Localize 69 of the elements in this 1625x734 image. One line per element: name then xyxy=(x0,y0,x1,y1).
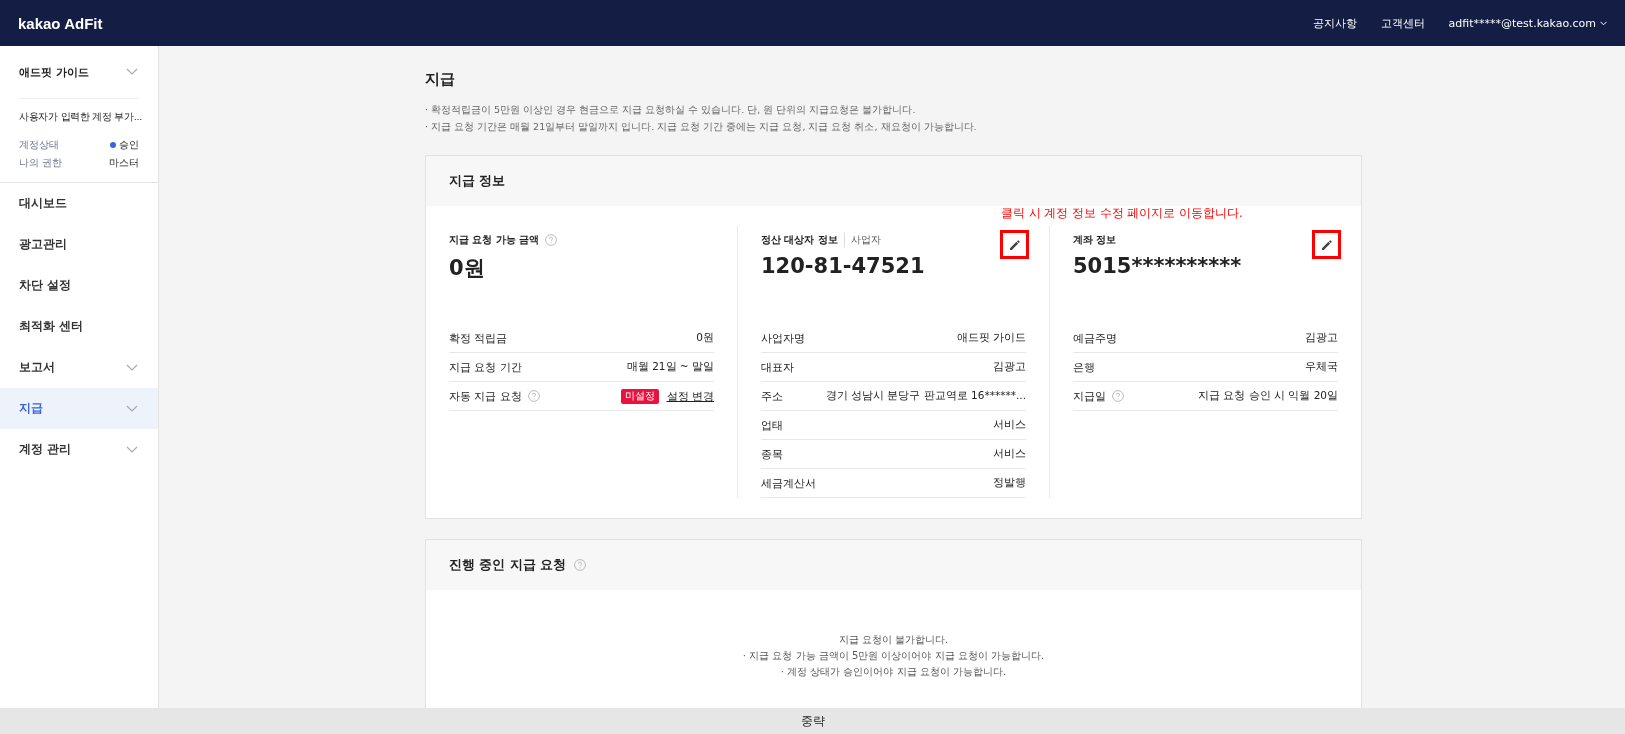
page-title: 지급 xyxy=(425,70,456,89)
header-link[interactable]: 공지사항 xyxy=(1312,15,1357,31)
nav-item[interactable]: 계정 관리 xyxy=(0,429,158,470)
row-label: 종목 xyxy=(761,446,783,462)
header-link[interactable]: 고객센터 xyxy=(1380,15,1425,31)
pencil-icon xyxy=(1320,238,1333,251)
card-title: 진행 중인 지급 요청 xyxy=(449,556,567,574)
row-label: 확정 적립금 xyxy=(449,330,508,346)
row-label: 대표자 xyxy=(761,359,794,375)
section-title: 지급 요청 가능 금액 xyxy=(449,233,540,247)
message-text: · 계정 상태가 승인이어야 지급 요청이 가능합니다. xyxy=(779,665,1008,679)
chevron-down-icon xyxy=(1600,20,1607,26)
help-icon[interactable] xyxy=(528,390,540,402)
row-value: 우체국 xyxy=(1305,360,1338,374)
row-value: 매월 21일 ~ 말일 xyxy=(626,360,714,374)
guide-menu[interactable]: 애드핏 가이드 xyxy=(0,46,158,98)
row-label: 예금주명 xyxy=(1073,330,1117,346)
pencil-icon xyxy=(1008,238,1021,251)
row-value: 김광고 xyxy=(993,360,1026,374)
amount-value: 0원 xyxy=(449,255,486,282)
card-title: 지급 정보 xyxy=(449,172,506,190)
row-label: 자동 지급 요청 xyxy=(449,388,522,404)
nav-item[interactable]: 지급 xyxy=(0,388,158,429)
row-label: 지급 요청 기간 xyxy=(449,359,522,375)
meta-label: 계정상태 xyxy=(19,138,59,152)
amount-value: 120-81-47521 xyxy=(761,254,926,280)
section-subtitle: 사업자 xyxy=(843,233,881,247)
row-value: 경기 성남시 분당구 판교역로 16******... xyxy=(825,389,1026,403)
row-label: 업태 xyxy=(761,417,783,433)
nav-item[interactable]: 광고관리 xyxy=(0,224,158,265)
help-icon[interactable] xyxy=(545,234,558,246)
note-text: · 확정적립금이 5만원 이상인 경우 현금으로 지급 요청하실 수 있습니다. 단, 원 단위의 지급요청은 불가합니다. xyxy=(425,103,917,117)
message-text: 지급 요청이 불가합니다. xyxy=(837,633,950,647)
chevron-down-icon xyxy=(126,68,138,76)
account-menu[interactable]: adfit*****@test.kakao.com xyxy=(1448,16,1607,30)
meta-label: 나의 권한 xyxy=(19,156,63,170)
help-icon[interactable] xyxy=(1112,390,1124,402)
nav-item[interactable]: 최적화 센터 xyxy=(0,306,158,347)
note-text: · 지급 요청 기간은 매월 21일부터 말일까지 입니다. 지급 요청 기간 중에는 지급 요청, 지급 요청 취소, 재요청이 가능합니다. xyxy=(425,120,978,134)
status-badge: 미설정 xyxy=(620,388,659,404)
row-label: 사업자명 xyxy=(761,330,805,346)
row-value: 정발행 xyxy=(993,476,1026,490)
row-value: 지급 요청 승인 시 익월 20일 xyxy=(1197,389,1338,403)
row-value: 김광고 xyxy=(1305,331,1338,345)
logo[interactable]: kakao AdFit xyxy=(18,14,103,32)
row-label: 주소 xyxy=(761,388,783,404)
row-value: 애드핏 가이드 xyxy=(956,331,1026,345)
row-label: 은행 xyxy=(1073,359,1095,375)
row-value: 서비스 xyxy=(993,418,1026,432)
nav-item[interactable]: 차단 설정 xyxy=(0,265,158,306)
status-dot xyxy=(110,142,116,148)
row-value: 0원 xyxy=(696,331,714,345)
amount-value: 5015********** xyxy=(1073,254,1243,280)
footer-text: 중략 xyxy=(800,712,825,730)
row-label: 지급일 xyxy=(1073,388,1106,404)
annotation-text: 클릭 시 계정 정보 수정 페이지로 이동합니다. xyxy=(1001,206,1243,221)
settings-link[interactable]: 설정 변경 xyxy=(666,388,714,404)
row-label: 세금계산서 xyxy=(761,475,816,491)
meta-value: 마스터 xyxy=(109,156,139,170)
section-title: 정산 대상자 정보 xyxy=(761,233,838,247)
section-title: 계좌 정보 xyxy=(1073,233,1117,247)
edit-button[interactable] xyxy=(1000,230,1029,259)
message-text: · 지급 요청 가능 금액이 5만원 이상이어야 지급 요청이 가능합니다. xyxy=(741,649,1046,663)
edit-button[interactable] xyxy=(1312,230,1341,259)
nav-item[interactable]: 보고서 xyxy=(0,347,158,388)
nav-item[interactable]: 대시보드 xyxy=(0,183,158,224)
meta-value: 승인 xyxy=(119,138,139,152)
row-value: 서비스 xyxy=(993,447,1026,461)
help-icon[interactable] xyxy=(574,559,587,571)
